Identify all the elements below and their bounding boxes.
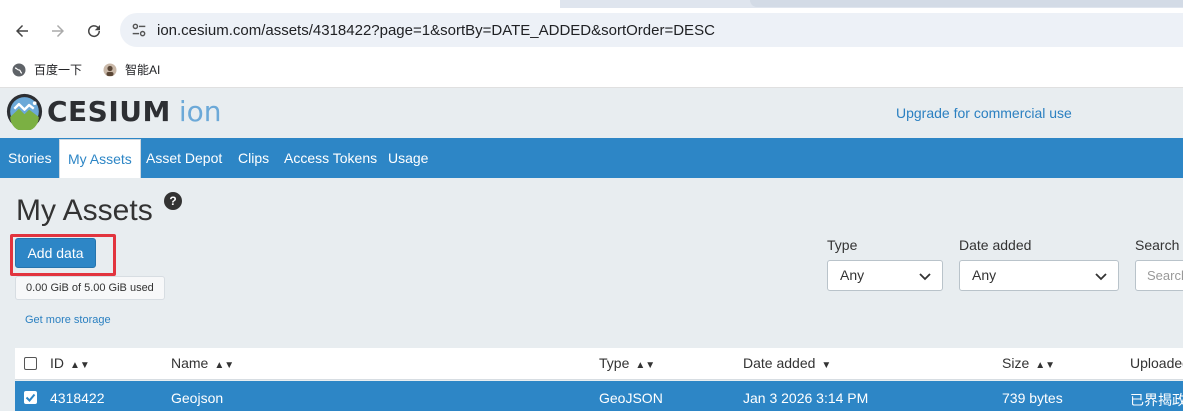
get-more-storage-link[interactable]: Get more storage [25,314,111,326]
nav-clips[interactable]: Clips [230,138,277,178]
logo-wordmark: CESIUM [47,95,171,128]
cell-id: 4318422 [50,390,105,406]
globe-icon [12,63,26,76]
nav-usage[interactable]: Usage [380,138,436,178]
select-all-checkbox[interactable] [24,357,37,370]
type-filter-label: Type [827,237,858,253]
bookmark-label: 百度一下 [34,63,83,77]
address-bar[interactable]: ion.cesium.com/assets/4318422?page=1&sor… [120,13,1183,47]
page-title: My Assets [16,194,153,227]
avatar-icon [103,63,117,76]
browser-tab-other[interactable] [750,0,1183,7]
table-row[interactable]: 4318422 Geojson GeoJSON Jan 3 2026 3:14 … [15,381,1183,411]
sort-icon: ▲▼ [214,360,235,371]
site-settings-icon[interactable] [130,21,148,39]
type-filter-value: Any [840,267,865,283]
site-header: CESIUM ion Upgrade for commercial use [0,88,1183,138]
upgrade-link[interactable]: Upgrade for commercial use [896,105,1072,121]
sort-icon: ▲▼ [1035,360,1056,371]
sort-icon: ▲▼ [635,360,656,371]
col-type[interactable]: Type ▲▼ [599,355,655,371]
checkmark-icon [25,393,36,402]
date-filter-select[interactable]: Any [959,260,1119,291]
browser-tabstrip [0,0,1183,8]
date-filter-label: Date added [959,237,1032,253]
chevron-down-icon [919,273,931,281]
storage-usage-badge: 0.00 GiB of 5.00 GiB used [15,276,165,300]
bookmarks-bar: 百度一下 智能AI [0,53,1183,88]
cell-uploaded: 已界揭政 [1130,392,1183,408]
bookmark-ai[interactable]: 智能AI [103,61,160,78]
nav-stories[interactable]: Stories [0,138,60,178]
forward-icon[interactable] [45,18,71,44]
page: CESIUM ion Upgrade for commercial use St… [0,88,1183,411]
bookmark-label: 智能AI [125,63,161,77]
nav-asset-depot[interactable]: Asset Depot [138,138,230,178]
cell-name: Geojson [171,390,224,406]
col-id[interactable]: ID ▲▼ [50,355,90,371]
browser-toolbar: ion.cesium.com/assets/4318422?page=1&sor… [0,8,1183,53]
sort-desc-icon: ▼ [821,360,832,371]
col-size[interactable]: Size ▲▼ [1002,355,1055,371]
date-filter-value: Any [972,267,997,283]
sort-icon: ▲▼ [70,360,90,371]
cesium-ion-logo[interactable]: CESIUM ion [6,93,222,130]
bookmark-baidu[interactable]: 百度一下 [12,61,82,78]
search-label: Search [1135,237,1180,253]
assets-table-header: ID ▲▼ Name ▲▼ Type ▲▼ Date added ▼ Size ▲▼ Up… [15,348,1183,380]
col-name[interactable]: Name ▲▼ [171,355,234,371]
cesium-logo-icon [6,93,43,130]
main-nav: Stories My Assets Asset Depot Clips Acce… [0,138,1183,178]
help-icon[interactable]: ? [164,192,182,210]
cell-size: 739 bytes [1002,390,1063,406]
nav-my-assets[interactable]: My Assets [59,139,141,178]
col-uploaded[interactable]: Uploaded [1130,355,1183,371]
url-text[interactable]: ion.cesium.com/assets/4318422?page=1&sor… [157,22,715,39]
back-icon[interactable] [9,18,35,44]
cell-date-added: Jan 3 2026 3:14 PM [743,390,869,406]
cell-type: GeoJSON [599,390,663,406]
row-checkbox[interactable] [24,391,37,404]
logo-ion: ion [178,95,222,128]
type-filter-select[interactable]: Any [827,260,943,291]
nav-access-tokens[interactable]: Access Tokens [276,138,385,178]
search-input[interactable]: Search [1135,260,1183,291]
col-date-added[interactable]: Date added ▼ [743,355,831,371]
chevron-down-icon [1095,273,1107,281]
browser-tab-active[interactable] [0,0,560,8]
reload-icon[interactable] [81,18,107,44]
highlight-annotation [10,234,116,276]
